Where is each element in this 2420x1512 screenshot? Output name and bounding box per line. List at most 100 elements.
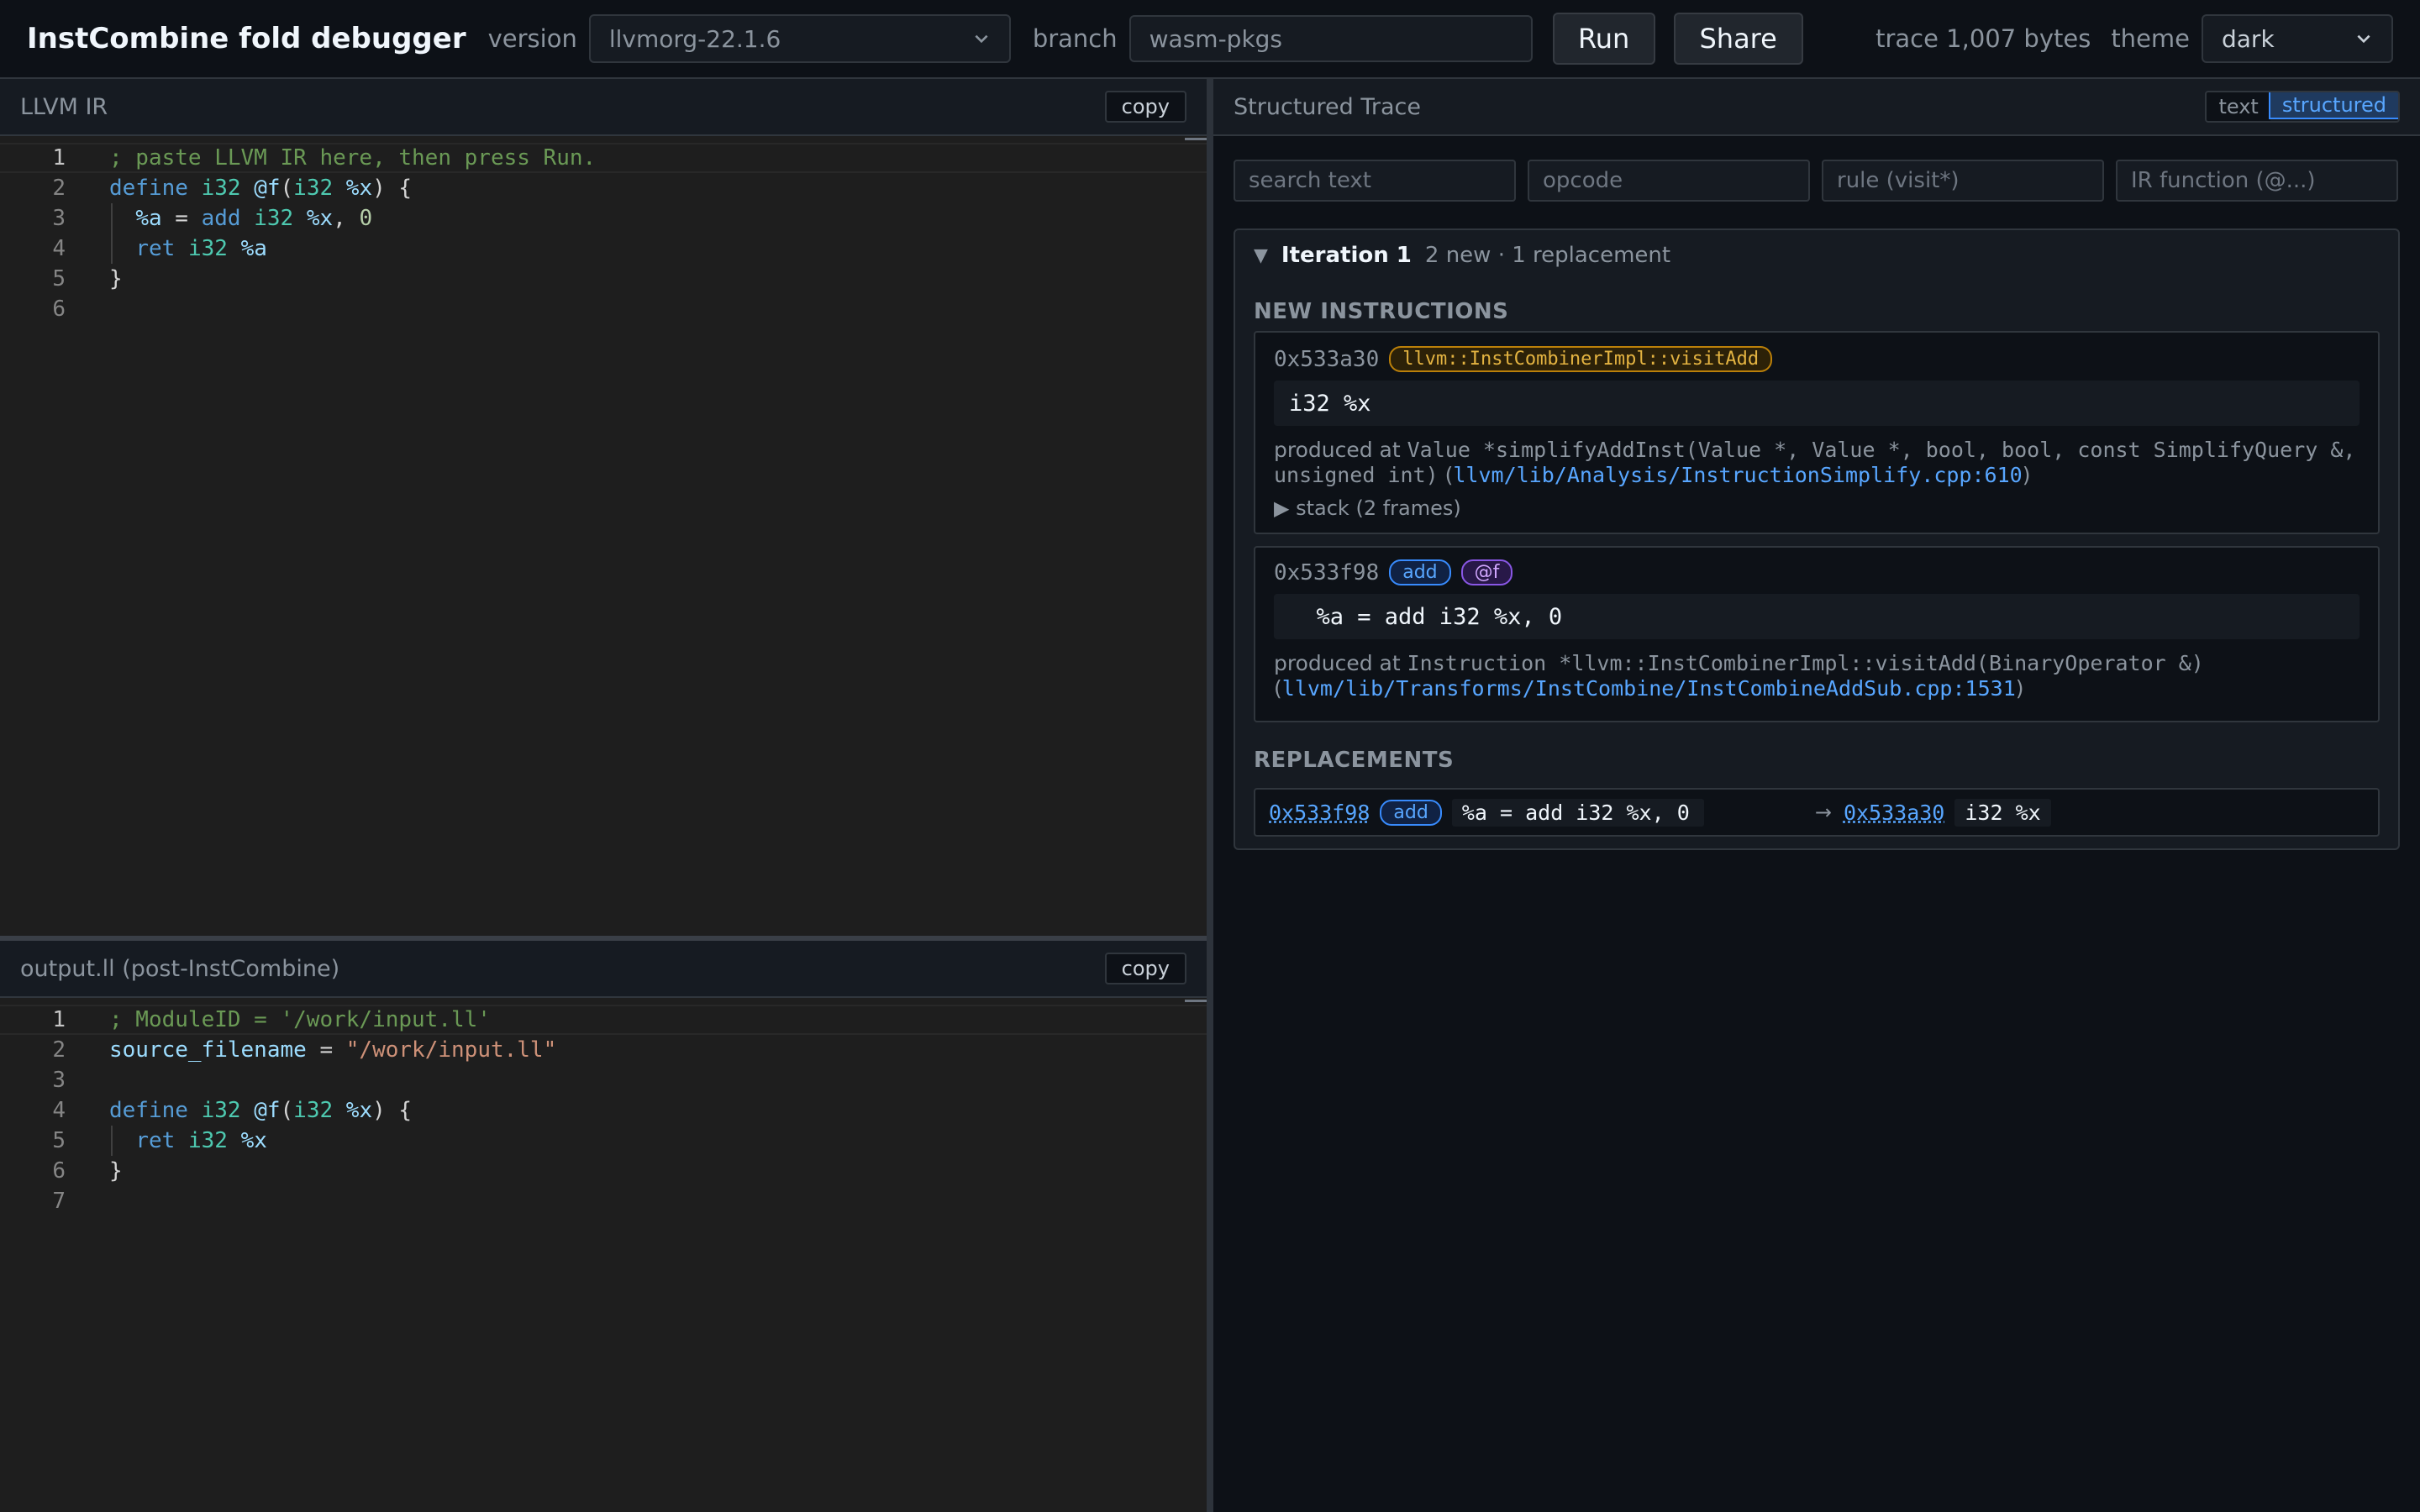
code-line[interactable]: 5 ret i32 %x [0,1126,1207,1156]
opcode-badge[interactable]: add [1380,799,1442,826]
code-line[interactable]: 5} [0,264,1207,294]
code-line[interactable]: 4 ret i32 %a [0,234,1207,264]
output-pane-title: output.ll (post-InstCombine) [20,955,340,982]
code-line[interactable]: 1 ; paste LLVM IR here, then press Run. [0,143,1207,173]
produced-at-prefix: produced at [1274,651,1401,675]
view-structured-button[interactable]: structured [2268,92,2399,119]
code-text: ; paste LLVM IR here, then press Run. [109,145,596,171]
code-line[interactable]: 6 [0,294,1207,324]
code-token: i32 [293,176,334,201]
code-token: @f [254,1098,281,1123]
search-text-input[interactable]: search text [1234,160,1516,202]
version-select[interactable]: llvmorg-22.1.6 [588,14,1011,63]
replacement-to-ir: i32 %x [1954,798,2051,827]
code-line[interactable]: 7 [0,1186,1207,1216]
source-location-link[interactable]: llvm/lib/Analysis/InstructionSimplify.cp… [1453,463,2022,487]
replacement-arrow: → [1814,801,1832,824]
replacement-from-address[interactable]: 0x533f98 [1269,801,1370,825]
iteration-title: Iteration 1 [1281,243,1412,268]
output-code-editor[interactable]: 1 ; ModuleID = '/work/input.ll' 2 source_fi… [0,998,1207,1216]
input-editor-pane: LLVM IR copy 1 ; paste LLVM IR here, then… [0,79,1207,936]
replacements-heading: REPLACEMENTS [1254,748,1455,773]
code-line[interactable]: 4 define i32 @f(i32 %x) { [0,1095,1207,1126]
code-token: define [109,176,188,201]
line-number: 7 [52,1189,66,1214]
code-line[interactable]: 3 %a = add i32 %x, 0 [0,203,1207,234]
function-badge[interactable]: @f [1460,559,1513,585]
opcode-filter-input[interactable]: opcode [1528,160,1810,202]
output-pane-header: output.ll (post-InstCombine) copy [0,941,1207,998]
rule-filter-input[interactable]: rule (visit*) [1822,160,2104,202]
code-line[interactable]: 3 [0,1065,1207,1095]
code-token: , [333,206,360,231]
code-line[interactable]: 2 define i32 @f(i32 %x) { [0,173,1207,203]
opcode-badge[interactable]: add [1389,559,1451,585]
line-number: 3 [52,206,66,231]
iteration-block: ▼ Iteration 1 2 new · 1 replacement NEW … [1234,228,2400,850]
produced-at-signature: Instruction *llvm::InstCombinerImpl::vis… [1407,651,2204,675]
copy-input-button[interactable]: copy [1104,91,1186,123]
replacement-row: 0x533f98 add %a = add i32 %x, 0 → 0x533a… [1254,788,2380,837]
code-token: @f [254,176,281,201]
view-text-button[interactable]: text [2207,92,2270,121]
run-button[interactable]: Run [1552,13,1655,65]
code-text: } [109,266,123,291]
line-number: 2 [52,1037,66,1063]
code-token: = [306,1037,346,1063]
code-line[interactable]: 1 ; ModuleID = '/work/input.ll' [0,1005,1207,1035]
instruction-card: 0x533f98 add @f %a = add i32 %x, 0 produ… [1254,546,2380,722]
code-text: define i32 @f(i32 %x) { [109,1098,412,1123]
line-number: 1 [52,1007,66,1032]
code-token: ; ModuleID = '/work/input.ll' [109,1007,491,1032]
source-location-link[interactable]: llvm/lib/Transforms/InstCombine/InstComb… [1282,676,2016,701]
scrollbar-marker[interactable] [1185,138,1207,140]
code-token: ) { [372,1098,413,1123]
branch-input[interactable]: wasm-pkgs [1128,15,1533,62]
code-token: ret [135,1128,176,1153]
code-text: %a = add i32 %x, 0 [109,206,372,231]
stack-label: stack (2 frames) [1296,496,1461,520]
scrollbar-marker[interactable] [1185,1000,1207,1002]
code-token: i32 [187,1128,228,1153]
code-token: i32 [254,206,294,231]
code-token: %x [306,206,334,231]
instruction-ir: i32 %x [1274,381,2360,426]
input-code-editor[interactable]: 1 ; paste LLVM IR here, then press Run. 2 d… [0,136,1207,324]
vertical-splitter[interactable] [1207,79,1213,1512]
code-token: 0 [359,206,373,231]
code-token: ( [280,1098,294,1123]
new-instructions-heading: NEW INSTRUCTIONS [1254,299,1509,324]
line-number: 5 [52,1128,66,1153]
theme-select[interactable]: dark [2202,14,2393,63]
indent-guide [111,203,113,264]
trace-title: Structured Trace [1234,93,1421,120]
code-token: %x [345,176,373,201]
code-token: ret [135,236,176,261]
stack-toggle[interactable]: ▶ stack (2 frames) [1255,488,2378,520]
instruction-address: 0x533a30 [1274,346,1380,372]
produced-at: produced at Value *simplifyAddInst(Value… [1274,438,2356,487]
trace-size: trace 1,007 bytes [1876,24,2091,53]
code-line[interactable]: 6} [0,1156,1207,1186]
ir-function-filter-input[interactable]: IR function (@...) [2116,160,2398,202]
iteration-header[interactable]: ▼ Iteration 1 2 new · 1 replacement [1235,230,2398,281]
code-line[interactable]: 2 source_filename = "/work/input.ll" [0,1035,1207,1065]
code-token: ( [280,176,294,201]
share-button[interactable]: Share [1673,13,1803,65]
rule-badge[interactable]: llvm::InstCombinerImpl::visitAdd [1389,346,1773,372]
code-token: i32 [201,176,241,201]
line-number: 2 [52,176,66,201]
copy-output-button[interactable]: copy [1104,953,1186,984]
input-pane-header: LLVM IR copy [0,79,1207,136]
replacement-to-address[interactable]: 0x533a30 [1844,801,1944,825]
line-number: 5 [52,266,66,291]
collapse-triangle-icon[interactable]: ▼ [1254,245,1268,266]
code-token: %a [135,206,162,231]
